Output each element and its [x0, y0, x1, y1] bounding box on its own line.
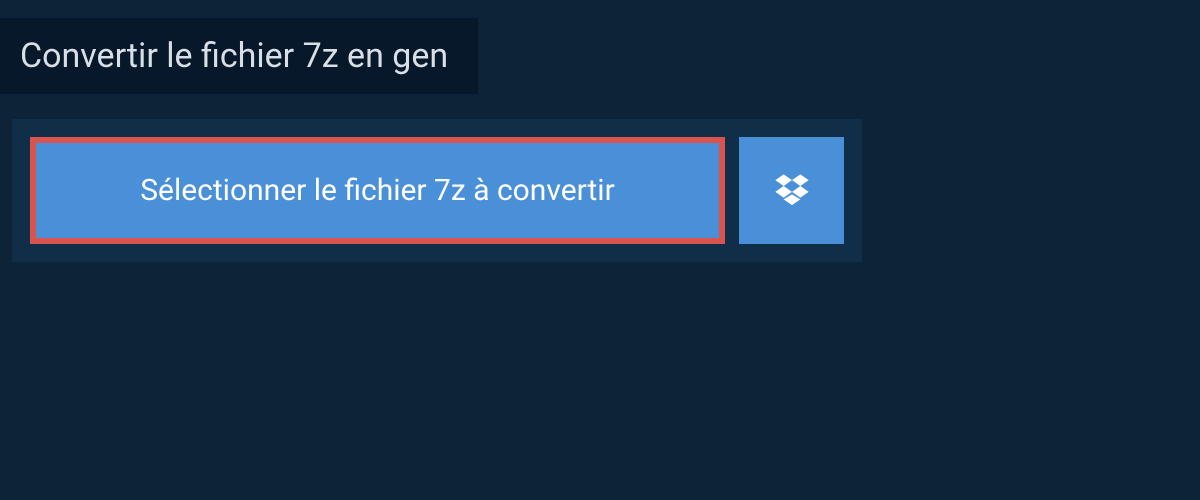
- select-file-button[interactable]: Sélectionner le fichier 7z à convertir: [30, 137, 725, 244]
- header-tab: Convertir le fichier 7z en gen: [0, 18, 478, 94]
- upload-panel: Sélectionner le fichier 7z à convertir: [12, 119, 862, 262]
- page-title: Convertir le fichier 7z en gen: [20, 36, 448, 76]
- dropbox-icon: [772, 171, 812, 211]
- dropbox-button[interactable]: [739, 137, 844, 244]
